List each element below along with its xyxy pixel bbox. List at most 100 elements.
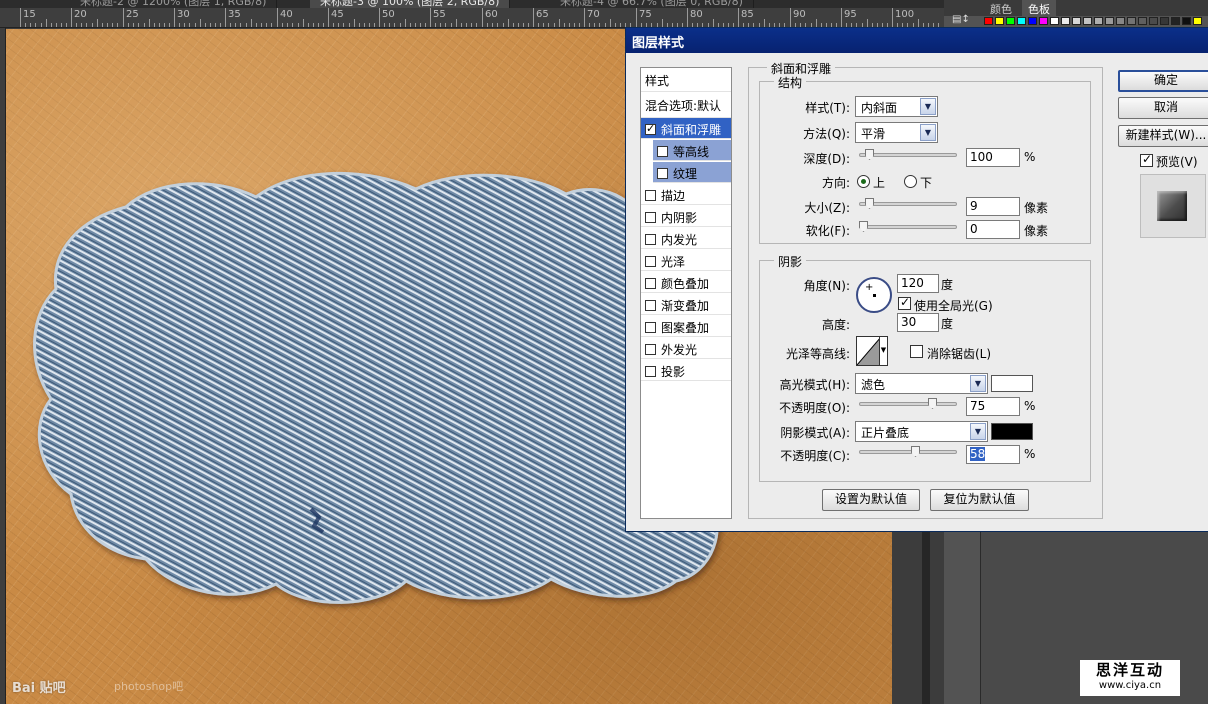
highlight-mode-select[interactable]: 滤色 ▼: [855, 373, 988, 394]
gloss-contour-picker[interactable]: ▼: [856, 336, 888, 366]
style-item-checkbox[interactable]: [645, 322, 656, 333]
blending-options-item[interactable]: 混合选项:默认: [641, 92, 731, 118]
style-item-1[interactable]: 斜面和浮雕: [641, 118, 731, 139]
reset-to-default-button[interactable]: 复位为默认值: [930, 489, 1029, 511]
color-swatch[interactable]: [1182, 17, 1191, 25]
highlight-opacity-slider[interactable]: [859, 398, 957, 409]
document-tab-3[interactable]: 未标题-3 @ 100% (图层 2, RGB/8): [310, 0, 511, 8]
style-item-8[interactable]: 颜色叠加: [641, 272, 731, 293]
direction-up-radio[interactable]: [857, 175, 870, 188]
color-swatch[interactable]: [1072, 17, 1081, 25]
style-item-2[interactable]: 等高线: [653, 140, 731, 161]
style-item-checkbox[interactable]: [645, 234, 656, 245]
watermark: Bai 贴吧: [12, 681, 66, 696]
highlight-opacity-input[interactable]: 75: [966, 397, 1020, 416]
color-swatch[interactable]: [1039, 17, 1048, 25]
tab-color[interactable]: 颜色: [984, 0, 1018, 16]
size-input[interactable]: 9: [966, 197, 1020, 216]
technique-value: 平滑: [861, 127, 886, 141]
color-swatch[interactable]: [1160, 17, 1169, 25]
site-logo: 思洋互动 www.ciya.cn: [1080, 660, 1180, 696]
style-item-checkbox[interactable]: [645, 256, 656, 267]
style-item-label: 图案叠加: [661, 321, 710, 335]
size-label: 大小(Z):: [804, 201, 850, 215]
style-item-6[interactable]: 内发光: [641, 228, 731, 249]
slider-thumb[interactable]: [911, 446, 920, 457]
color-swatch[interactable]: [1083, 17, 1092, 25]
angle-input[interactable]: 120: [897, 274, 939, 293]
color-swatch[interactable]: [1094, 17, 1103, 25]
color-swatch[interactable]: [1127, 17, 1136, 25]
style-item-checkbox[interactable]: [645, 278, 656, 289]
color-swatch[interactable]: [984, 17, 993, 25]
color-swatch[interactable]: [1171, 17, 1180, 25]
style-item-checkbox[interactable]: [645, 190, 656, 201]
style-list-header[interactable]: 样式: [641, 68, 731, 92]
color-swatch[interactable]: [1105, 17, 1114, 25]
technique-select[interactable]: 平滑 ▼: [855, 122, 938, 143]
altitude-label: 高度:: [821, 318, 850, 332]
size-slider[interactable]: [859, 198, 957, 209]
document-tab-2[interactable]: 未标题-2 @ 1200% (图层 1, RGB/8): [70, 0, 278, 8]
style-item-3[interactable]: 纹理: [653, 162, 731, 183]
style-item-checkbox[interactable]: [657, 146, 668, 157]
new-style-button[interactable]: 新建样式(W)...: [1118, 125, 1208, 147]
depth-input[interactable]: 100: [966, 148, 1020, 167]
antialias-checkbox[interactable]: [910, 345, 923, 358]
cancel-button[interactable]: 取消: [1118, 97, 1208, 119]
color-swatch[interactable]: [1061, 17, 1070, 25]
style-item-checkbox[interactable]: [645, 300, 656, 311]
color-swatch[interactable]: [1138, 17, 1147, 25]
altitude-input[interactable]: 30: [897, 313, 939, 332]
shadow-opacity-slider[interactable]: [859, 446, 957, 457]
shadow-opacity-input[interactable]: 58: [966, 445, 1020, 464]
global-light-checkbox[interactable]: [898, 295, 911, 310]
tool-options-icon[interactable]: ▤↕: [952, 14, 970, 25]
chevron-down-icon: ▼: [920, 98, 936, 115]
ok-button[interactable]: 确定: [1118, 70, 1208, 92]
style-item-12[interactable]: 投影: [641, 360, 731, 381]
style-item-9[interactable]: 渐变叠加: [641, 294, 731, 315]
direction-down-radio[interactable]: [904, 175, 917, 188]
color-swatch[interactable]: [1028, 17, 1037, 25]
style-item-checkbox[interactable]: [645, 122, 656, 135]
tab-swatches[interactable]: 色板: [1022, 0, 1056, 16]
ruler-label: 75: [639, 9, 652, 20]
preview-checkbox[interactable]: [1140, 152, 1153, 167]
style-item-7[interactable]: 光泽: [641, 250, 731, 271]
ruler-label: 45: [331, 9, 344, 20]
shadow-mode-select[interactable]: 正片叠底 ▼: [855, 421, 988, 442]
depth-slider[interactable]: [859, 149, 957, 160]
style-item-checkbox[interactable]: [645, 344, 656, 355]
dialog-title[interactable]: 图层样式: [626, 28, 1208, 53]
bevel-style-select[interactable]: 内斜面 ▼: [855, 96, 938, 117]
style-item-checkbox[interactable]: [645, 212, 656, 223]
style-item-11[interactable]: 外发光: [641, 338, 731, 359]
color-swatch[interactable]: [1193, 17, 1202, 25]
highlight-color-swatch[interactable]: [991, 375, 1033, 392]
set-as-default-button[interactable]: 设置为默认值: [822, 489, 920, 511]
contour-curve-icon: [856, 336, 882, 366]
color-swatch[interactable]: [1006, 17, 1015, 25]
color-swatch[interactable]: [1017, 17, 1026, 25]
style-item-10[interactable]: 图案叠加: [641, 316, 731, 337]
angle-dial[interactable]: +: [856, 277, 892, 313]
slider-thumb[interactable]: [928, 398, 937, 409]
slider-thumb[interactable]: [865, 149, 874, 160]
style-item-5[interactable]: 内阴影: [641, 206, 731, 227]
color-swatch[interactable]: [1050, 17, 1059, 25]
color-swatch[interactable]: [995, 17, 1004, 25]
soften-slider[interactable]: [859, 221, 957, 232]
style-item-4[interactable]: 描边: [641, 184, 731, 205]
style-item-checkbox[interactable]: [645, 366, 656, 377]
slider-thumb[interactable]: [859, 221, 868, 232]
shadow-color-swatch[interactable]: [991, 423, 1033, 440]
style-item-checkbox[interactable]: [657, 168, 668, 179]
soften-input[interactable]: 0: [966, 220, 1020, 239]
color-swatch[interactable]: [1116, 17, 1125, 25]
direction-label: 方向:: [821, 176, 850, 190]
slider-thumb[interactable]: [865, 198, 874, 209]
document-tab-4[interactable]: 未标题-4 @ 66.7% (图层 0, RGB/8): [550, 0, 754, 8]
color-swatch[interactable]: [1149, 17, 1158, 25]
gloss-contour-label: 光泽等高线:: [785, 347, 850, 361]
